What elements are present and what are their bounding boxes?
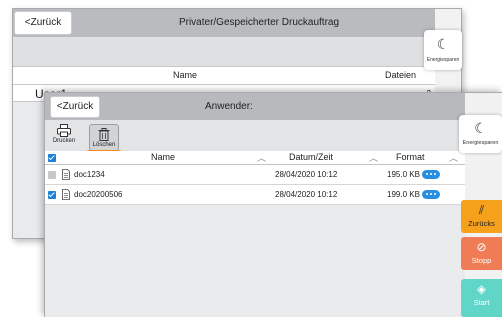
print-button[interactable]: Drucken (49, 121, 79, 150)
back-screen-topbar: <Zurück Privater/Gespeicherter Druckauft… (13, 9, 435, 37)
moon-icon: ☾ (436, 36, 450, 52)
column-header-name[interactable]: Name (151, 152, 175, 162)
column-header-name[interactable]: Name (173, 70, 197, 80)
start-icon: ◈ (476, 282, 487, 296)
front-screen-panel: <Zurück Anwender: Drucken Löschen Name ︿… (44, 92, 502, 317)
stop-label: Stopp (471, 256, 492, 265)
document-icon (62, 189, 70, 200)
reset-label: Zurücks (468, 219, 495, 228)
row-checkbox[interactable] (48, 171, 56, 179)
column-header-files[interactable]: Dateien (385, 70, 416, 80)
more-dots-icon[interactable] (422, 190, 440, 199)
printer-icon (57, 124, 71, 137)
start-button[interactable]: ◈ Start (461, 279, 502, 317)
back-screen-toolbar (13, 37, 435, 67)
sort-arrow-icon[interactable]: ︿ (369, 151, 378, 164)
document-icon (62, 169, 70, 180)
sort-arrow-icon[interactable]: ︿ (257, 151, 266, 164)
back-screen-back-button[interactable]: <Zurück (14, 11, 72, 35)
job-size: 195.0 KB (387, 170, 420, 179)
sort-arrow-icon[interactable]: ︿ (449, 151, 458, 164)
stop-button[interactable]: ⊘ Stopp (461, 237, 502, 270)
job-datetime: 28/04/2020 10:12 (275, 190, 338, 199)
job-name: doc1234 (74, 170, 105, 179)
column-header-datetime[interactable]: Datum/Zeit (289, 152, 333, 162)
table-row[interactable]: doc20200506 28/04/2020 10:12 199.0 KB (45, 185, 465, 205)
row-checkbox[interactable] (48, 191, 56, 199)
front-screen-title: Anwender: (205, 101, 253, 112)
back-screen-table-header: Name Dateien (13, 67, 435, 85)
moon-icon: ☾ (474, 120, 487, 136)
job-datetime: 28/04/2020 10:12 (275, 170, 338, 179)
reset-button[interactable]: ⫽ Zurücks (461, 200, 502, 233)
job-size: 199.0 KB (387, 190, 420, 199)
column-header-format[interactable]: Format (396, 152, 425, 162)
job-table: Name ︿ Datum/Zeit ︿ Format ︿ doc1234 28/… (45, 151, 465, 205)
job-table-header: Name ︿ Datum/Zeit ︿ Format ︿ (45, 151, 465, 165)
back-energy-saver-button[interactable]: ☾ Energiesparen (424, 30, 462, 70)
energy-saver-label: Energiesparen (426, 57, 460, 63)
delete-button[interactable]: Löschen (89, 124, 119, 151)
delete-button-label: Löschen (92, 142, 116, 148)
back-screen-title: Privater/Gespeicherter Druckauftrag (178, 17, 340, 28)
print-button-label: Drucken (52, 138, 76, 144)
table-row[interactable]: doc1234 28/04/2020 10:12 195.0 KB (45, 165, 465, 185)
stop-icon: ⊘ (476, 240, 487, 254)
start-label: Start (473, 298, 490, 307)
trash-icon (98, 128, 110, 141)
front-screen-topbar: <Zurück Anwender: (45, 93, 465, 120)
energy-saver-button[interactable]: ☾ Energiesparen (459, 115, 502, 153)
front-screen-toolbar: Drucken Löschen (45, 120, 465, 184)
job-name: doc20200506 (74, 190, 123, 199)
select-all-checkbox[interactable] (48, 154, 56, 162)
more-dots-icon[interactable] (422, 170, 440, 179)
reset-icon: ⫽ (478, 203, 485, 217)
front-screen-back-button[interactable]: <Zurück (50, 96, 100, 118)
energy-saver-label: Energiesparen (462, 140, 499, 146)
